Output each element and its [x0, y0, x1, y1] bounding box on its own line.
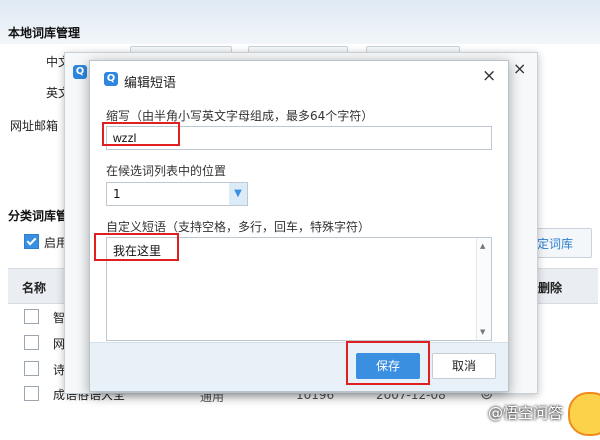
phrase-highlight [94, 233, 179, 261]
app-logo-icon: Q [73, 65, 87, 79]
col-name-header: 名称 [22, 281, 47, 295]
section-category-lexicon: 分类词库管 [8, 209, 69, 223]
enable-checkbox[interactable] [24, 234, 39, 249]
back-close-icon[interactable]: × [513, 59, 526, 78]
position-select[interactable]: 1 ▼ [106, 182, 248, 206]
mascot-icon [568, 392, 600, 436]
save-highlight [346, 341, 430, 385]
scroll-up-icon[interactable]: ▲ [480, 242, 485, 250]
position-label: 在候选词列表中的位置 [106, 164, 227, 178]
position-value: 1 [113, 187, 121, 201]
chevron-down-icon[interactable]: ▼ [229, 183, 247, 205]
row-checkbox[interactable] [24, 335, 39, 350]
cancel-button[interactable]: 取消 [432, 353, 496, 379]
row-url-label: 网址邮箱 [10, 119, 59, 133]
scroll-down-icon[interactable]: ▼ [480, 328, 485, 336]
row-checkbox[interactable] [24, 386, 39, 401]
row-checkbox[interactable] [24, 309, 39, 324]
col-delete-header: 删除 [538, 281, 563, 295]
watermark-text: @悟空问答 [488, 404, 564, 422]
dialog-title: 编辑短语 [124, 76, 177, 91]
close-icon[interactable]: × [482, 66, 496, 86]
edit-phrase-dialog: Q 编辑短语 × 缩写（由半角小写英文字母组成，最多64个字符） 在候选词列表中… [89, 60, 509, 392]
section-local-lexicon: 本地词库管理 [8, 26, 81, 40]
manage-lexicon-label: 定词库 [537, 237, 574, 251]
abbrev-highlight [102, 122, 180, 146]
scrollbar[interactable]: ▲ ▼ [476, 238, 491, 340]
row-checkbox[interactable] [24, 361, 39, 376]
dialog-footer: 保存 取消 [90, 341, 508, 391]
app-logo-icon: Q [104, 72, 118, 86]
settings-header-band [0, 0, 600, 44]
